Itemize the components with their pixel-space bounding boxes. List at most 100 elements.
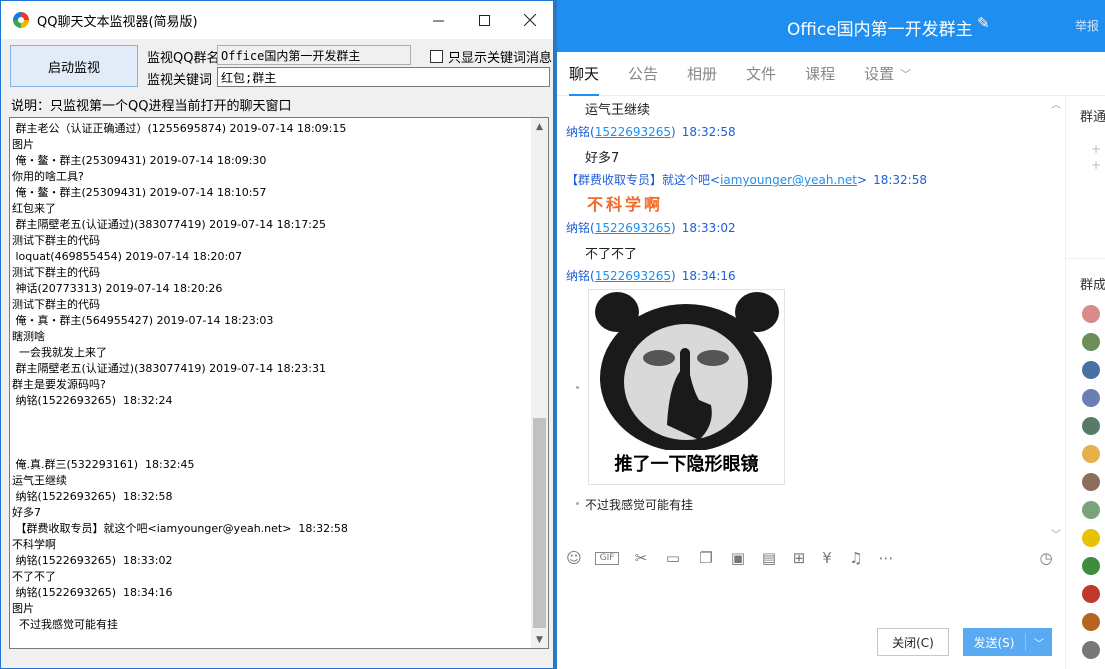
scroll-up-icon[interactable]: ︿: [1051, 96, 1061, 111]
log-scrollbar[interactable]: ▲ ▼: [531, 118, 548, 648]
scroll-thumb[interactable]: [533, 418, 546, 628]
close-icon[interactable]: [507, 1, 553, 39]
avatar[interactable]: [1082, 613, 1100, 631]
avatar[interactable]: [1082, 529, 1100, 547]
log-line: 群主老公（认证正确通过）(1255695874) 2019-07-14 18:0…: [12, 122, 347, 135]
log-line: 纳铭(1522693265) 18:32:24: [12, 394, 173, 407]
scissors-icon[interactable]: ✂: [632, 549, 650, 567]
chat-area[interactable]: ︿ 运气王继续 纳铭(1522693265) 18:32:58 好多7 【群费收取…: [557, 96, 1065, 540]
message-time: 18:32:58: [681, 125, 736, 139]
minimize-icon[interactable]: [415, 1, 461, 39]
sender-qq-link[interactable]: 1522693265: [595, 269, 671, 283]
sender-email-link[interactable]: iamyounger@yeah.net: [720, 173, 857, 187]
video-icon[interactable]: ▤: [760, 549, 778, 567]
sender-qq-link[interactable]: 1522693265: [595, 125, 671, 139]
checkbox-box[interactable]: [430, 50, 443, 63]
group-name-field[interactable]: Office国内第一开发群主: [217, 45, 411, 65]
send-options-chevron-icon[interactable]: ﹀: [1026, 635, 1052, 650]
gif-icon[interactable]: GIF: [595, 552, 619, 565]
sender-qq-link[interactable]: 1522693265: [595, 221, 671, 235]
message-time: 18:34:16: [681, 269, 736, 283]
message-text: 运气王继续: [585, 103, 651, 118]
tab-files[interactable]: 文件: [746, 52, 776, 96]
log-line: 群主隔壁老五(认证通过)(383077419) 2019-07-14 18:17…: [12, 218, 326, 231]
doc-icon[interactable]: ❐: [697, 549, 715, 567]
send-button[interactable]: 发送(S) ﹀: [963, 628, 1052, 656]
monitor-titlebar[interactable]: QQ聊天文本监视器(简易版): [1, 1, 553, 39]
sidebar-members-heading: 群成: [1080, 278, 1105, 293]
window-title: QQ聊天文本监视器(简易版): [37, 14, 198, 30]
avatar[interactable]: [1082, 641, 1100, 659]
avatar[interactable]: [1082, 445, 1100, 463]
sender-name-close: >: [857, 173, 868, 187]
log-line: 测试下群主的代码: [12, 266, 100, 279]
bullet-dot: [576, 386, 579, 389]
tab-settings[interactable]: 设置 ﹀: [864, 52, 911, 96]
log-line: 俺.真.群三(532293161) 18:32:45: [12, 458, 195, 471]
chat-log-textarea[interactable]: 群主老公（认证正确通过）(1255695874) 2019-07-14 18:0…: [9, 117, 549, 649]
more-icon[interactable]: ⋯: [877, 549, 895, 567]
gift-icon[interactable]: ⊞: [790, 549, 808, 567]
message-text: 不了不了: [585, 247, 638, 262]
keyword-input[interactable]: 红包;群主: [217, 67, 550, 87]
log-line: 纳铭(1522693265) 18:33:02: [12, 554, 173, 567]
sidebar-divider: [1066, 258, 1105, 259]
log-line: 你用的啥工具?: [12, 170, 84, 183]
message-time: 18:33:02: [681, 221, 736, 235]
sender-role: 【群费收取专员】: [566, 173, 663, 187]
only-keyword-label: 只显示关键词消息: [448, 51, 553, 66]
log-line: 不过我感觉可能有挂: [12, 618, 118, 631]
plus-icon[interactable]: +: [1091, 142, 1101, 156]
maximize-icon[interactable]: [461, 1, 507, 39]
sticker-image[interactable]: 推了一下隐形眼镜: [588, 289, 785, 485]
scroll-down-icon[interactable]: ﹀: [1051, 526, 1061, 540]
scroll-down-icon[interactable]: ▼: [531, 631, 548, 648]
avatar[interactable]: [1082, 333, 1100, 351]
only-keyword-checkbox[interactable]: 只显示关键词消息: [430, 47, 552, 66]
tab-notice[interactable]: 公告: [628, 52, 658, 96]
avatar[interactable]: [1082, 417, 1100, 435]
sender-name-close: ): [671, 269, 676, 283]
panda-sticker-graphic: [589, 290, 784, 452]
sender-name: 纳铭(: [566, 125, 595, 139]
emoji-icon[interactable]: ☺: [565, 549, 583, 567]
avatar[interactable]: [1082, 501, 1100, 519]
tab-chat[interactable]: 聊天: [569, 52, 600, 96]
input-toolbar: ☺ GIF ✂ ▭ ❐ ▣ ▤ ⊞ ¥ ♫ ⋯ ◷: [557, 545, 1065, 573]
edit-icon[interactable]: ✎: [977, 14, 990, 32]
bullet-dot: [576, 502, 579, 505]
avatar[interactable]: [1082, 305, 1100, 323]
report-link[interactable]: 举报: [1075, 17, 1099, 34]
image-icon[interactable]: ▣: [729, 549, 747, 567]
sender-name: 纳铭(: [566, 269, 595, 283]
sticker-caption: 推了一下隐形眼镜: [614, 454, 759, 475]
message-header: 纳铭(1522693265) 18:33:02: [566, 219, 736, 236]
close-button[interactable]: 关闭(C): [877, 628, 949, 656]
app-icon: [13, 12, 29, 28]
log-line: 不了不了: [12, 570, 56, 583]
scroll-up-icon[interactable]: ▲: [531, 118, 548, 135]
red-packet-icon[interactable]: ¥: [818, 549, 836, 567]
log-line: 纳铭(1522693265) 18:34:16: [12, 586, 173, 599]
folder-icon[interactable]: ▭: [664, 549, 682, 567]
sender-name-close: ): [671, 125, 676, 139]
bell-icon[interactable]: ♫: [847, 549, 865, 567]
group-name-label: 监视QQ群名: [147, 51, 220, 66]
plus-icon[interactable]: +: [1091, 158, 1101, 172]
tab-course[interactable]: 课程: [805, 52, 835, 96]
avatar[interactable]: [1082, 361, 1100, 379]
avatar[interactable]: [1082, 585, 1100, 603]
right-sidebar: 群通 + + 群成: [1065, 96, 1105, 669]
art-text-message: 不科学啊: [587, 195, 664, 214]
tab-album[interactable]: 相册: [687, 52, 717, 96]
history-clock-icon[interactable]: ◷: [1037, 549, 1055, 567]
start-monitor-button[interactable]: 启动监视: [10, 45, 138, 87]
qq-header[interactable]: Office国内第一开发群主 ✎ 举报: [557, 0, 1105, 52]
avatar[interactable]: [1082, 389, 1100, 407]
log-line: 好多7: [12, 506, 41, 519]
avatar[interactable]: [1082, 473, 1100, 491]
message-header: 纳铭(1522693265) 18:32:58: [566, 123, 736, 140]
avatar[interactable]: [1082, 557, 1100, 575]
